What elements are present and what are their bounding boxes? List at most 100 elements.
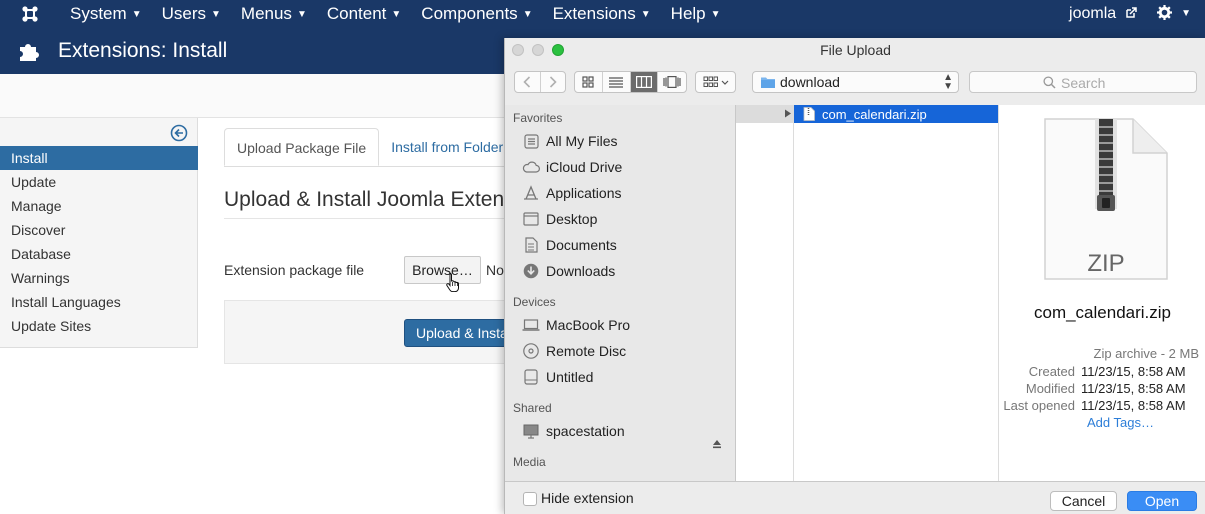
tab-install-from-folder[interactable]: Install from Folder bbox=[379, 128, 515, 166]
documents-icon bbox=[522, 236, 540, 254]
chevron-right-icon bbox=[549, 76, 557, 88]
caret-down-icon: ▼ bbox=[1181, 8, 1191, 19]
sidebar-item-macbook-pro[interactable]: MacBook Pro bbox=[522, 314, 630, 336]
hide-extension-label: Hide extension bbox=[541, 490, 634, 506]
nav-users[interactable]: Users ▼ bbox=[152, 4, 231, 24]
top-navbar: System ▼ Users ▼ Menus ▼ Content ▼ Component… bbox=[0, 0, 1205, 28]
file-preview: ZIP com_calendari.zip Zip archive - 2 MB… bbox=[999, 105, 1205, 481]
grid-icon bbox=[582, 76, 594, 88]
browser-column-parent bbox=[736, 105, 794, 481]
sidebar-item-discover[interactable]: Discover bbox=[0, 218, 198, 242]
dialog-bottom-bar: Hide extension Cancel Open bbox=[505, 481, 1205, 514]
last-opened-row: Last opened 11/23/15, 8:58 AM bbox=[1003, 398, 1186, 413]
upload-install-button[interactable]: Upload & Insta bbox=[404, 319, 514, 347]
modified-row: Modified 11/23/15, 8:58 AM bbox=[1025, 381, 1186, 396]
sidebar-item-update[interactable]: Update bbox=[0, 170, 198, 194]
columns-icon bbox=[635, 76, 652, 88]
caret-down-icon: ▼ bbox=[640, 9, 651, 20]
favorites-heading: Favorites bbox=[513, 111, 563, 125]
column-view-button[interactable] bbox=[630, 72, 659, 92]
install-tabs: Upload Package File Install from Folder bbox=[224, 128, 515, 166]
dialog-titlebar: File Upload bbox=[505, 38, 1205, 62]
view-mode-group bbox=[574, 71, 687, 93]
add-tags-link[interactable]: Add Tags… bbox=[999, 414, 1199, 431]
sidebar-item-all-my-files[interactable]: All My Files bbox=[522, 130, 618, 152]
sidebar-item-downloads[interactable]: Downloads bbox=[522, 260, 615, 282]
section-heading: Upload & Install Joomla Extensio bbox=[224, 188, 531, 211]
sidebar-item-untitled[interactable]: Untitled bbox=[522, 366, 593, 388]
sidebar-item-install-languages[interactable]: Install Languages bbox=[0, 290, 198, 314]
package-file-label: Extension package file bbox=[224, 262, 365, 278]
external-link-icon bbox=[1125, 7, 1137, 18]
arrange-grid-icon bbox=[703, 76, 728, 87]
sidebar-item-manage[interactable]: Manage bbox=[0, 194, 198, 218]
nav-content[interactable]: Content ▼ bbox=[317, 4, 411, 24]
browse-button[interactable]: Browse… bbox=[404, 256, 481, 284]
file-info: Zip archive - 2 MB Created 11/23/15, 8:58… bbox=[999, 345, 1199, 431]
applications-icon bbox=[522, 184, 540, 202]
collapse-sidebar-icon[interactable] bbox=[170, 124, 188, 142]
tab-divider bbox=[224, 166, 514, 167]
caret-down-icon: ▼ bbox=[522, 9, 533, 20]
hide-extension-checkbox[interactable] bbox=[523, 492, 537, 506]
nav-help[interactable]: Help ▼ bbox=[661, 4, 731, 24]
coverflow-icon bbox=[663, 76, 681, 88]
cancel-button[interactable]: Cancel bbox=[1050, 491, 1117, 511]
laptop-icon bbox=[522, 316, 540, 334]
updown-chevron-icon: ▲ ▼ bbox=[943, 72, 953, 92]
no-file-text: No bbox=[486, 262, 504, 278]
caret-down-icon: ▼ bbox=[131, 9, 142, 20]
zip-badge: ZIP bbox=[1087, 250, 1124, 277]
folder-icon bbox=[761, 77, 775, 88]
nav-settings[interactable]: ▼ bbox=[1147, 5, 1205, 23]
monitor-icon bbox=[522, 422, 540, 440]
zip-archive-icon: ZIP bbox=[1044, 118, 1168, 280]
caret-down-icon: ▼ bbox=[391, 9, 402, 20]
nav-site-link[interactable]: joomla bbox=[1059, 5, 1147, 23]
sidebar-item-remote-disc[interactable]: Remote Disc bbox=[522, 340, 626, 362]
file-row-selected[interactable]: com_calendari.zip bbox=[794, 105, 998, 123]
history-nav bbox=[514, 71, 566, 93]
sidebar-item-update-sites[interactable]: Update Sites bbox=[0, 314, 198, 338]
arrange-button[interactable] bbox=[696, 72, 735, 92]
search-placeholder: Search bbox=[1061, 75, 1106, 91]
icon-view-button[interactable] bbox=[575, 72, 603, 92]
sidebar-item-warnings[interactable]: Warnings bbox=[0, 266, 198, 290]
page-title: Extensions: Install bbox=[58, 39, 228, 62]
nav-extensions[interactable]: Extensions ▼ bbox=[543, 4, 661, 24]
location-name: download bbox=[780, 74, 840, 90]
sidebar-item-spacestation[interactable]: spacestation bbox=[522, 420, 625, 442]
sidebar-item-desktop[interactable]: Desktop bbox=[522, 208, 597, 230]
sidebar-item-icloud-drive[interactable]: iCloud Drive bbox=[522, 156, 622, 178]
gear-icon bbox=[1156, 5, 1172, 20]
nav-menus[interactable]: Menus ▼ bbox=[231, 4, 317, 24]
dialog-title: File Upload bbox=[820, 42, 891, 58]
back-button[interactable] bbox=[515, 72, 541, 92]
joomla-icon[interactable] bbox=[0, 0, 60, 28]
location-popup[interactable]: download ▲ ▼ bbox=[752, 71, 959, 93]
sidebar-item-install[interactable]: Install bbox=[0, 146, 198, 170]
forward-button[interactable] bbox=[541, 72, 566, 92]
puzzle-icon bbox=[0, 39, 58, 63]
nav-components[interactable]: Components ▼ bbox=[411, 4, 542, 24]
sidebar: Install Update Manage Discover Database … bbox=[0, 118, 198, 348]
coverflow-view-button[interactable] bbox=[658, 72, 686, 92]
open-button[interactable]: Open bbox=[1127, 491, 1197, 511]
hand-cursor-icon bbox=[446, 273, 459, 292]
file-kind: Zip archive - 2 MB bbox=[1093, 346, 1199, 361]
all-files-icon bbox=[522, 132, 540, 150]
list-view-button[interactable] bbox=[603, 72, 631, 92]
sidebar-item-applications[interactable]: Applications bbox=[522, 182, 622, 204]
zip-file-icon bbox=[803, 107, 815, 121]
eject-icon[interactable] bbox=[712, 439, 722, 449]
caret-down-icon: ▼ bbox=[296, 9, 307, 20]
search-input[interactable]: Search bbox=[969, 71, 1197, 93]
tab-upload-package[interactable]: Upload Package File bbox=[224, 128, 380, 166]
arrange-menu bbox=[695, 71, 736, 93]
drive-icon bbox=[522, 368, 540, 386]
devices-heading: Devices bbox=[513, 295, 556, 309]
heading-divider bbox=[224, 218, 514, 219]
nav-system[interactable]: System ▼ bbox=[60, 4, 152, 24]
sidebar-item-database[interactable]: Database bbox=[0, 242, 198, 266]
sidebar-item-documents[interactable]: Documents bbox=[522, 234, 617, 256]
